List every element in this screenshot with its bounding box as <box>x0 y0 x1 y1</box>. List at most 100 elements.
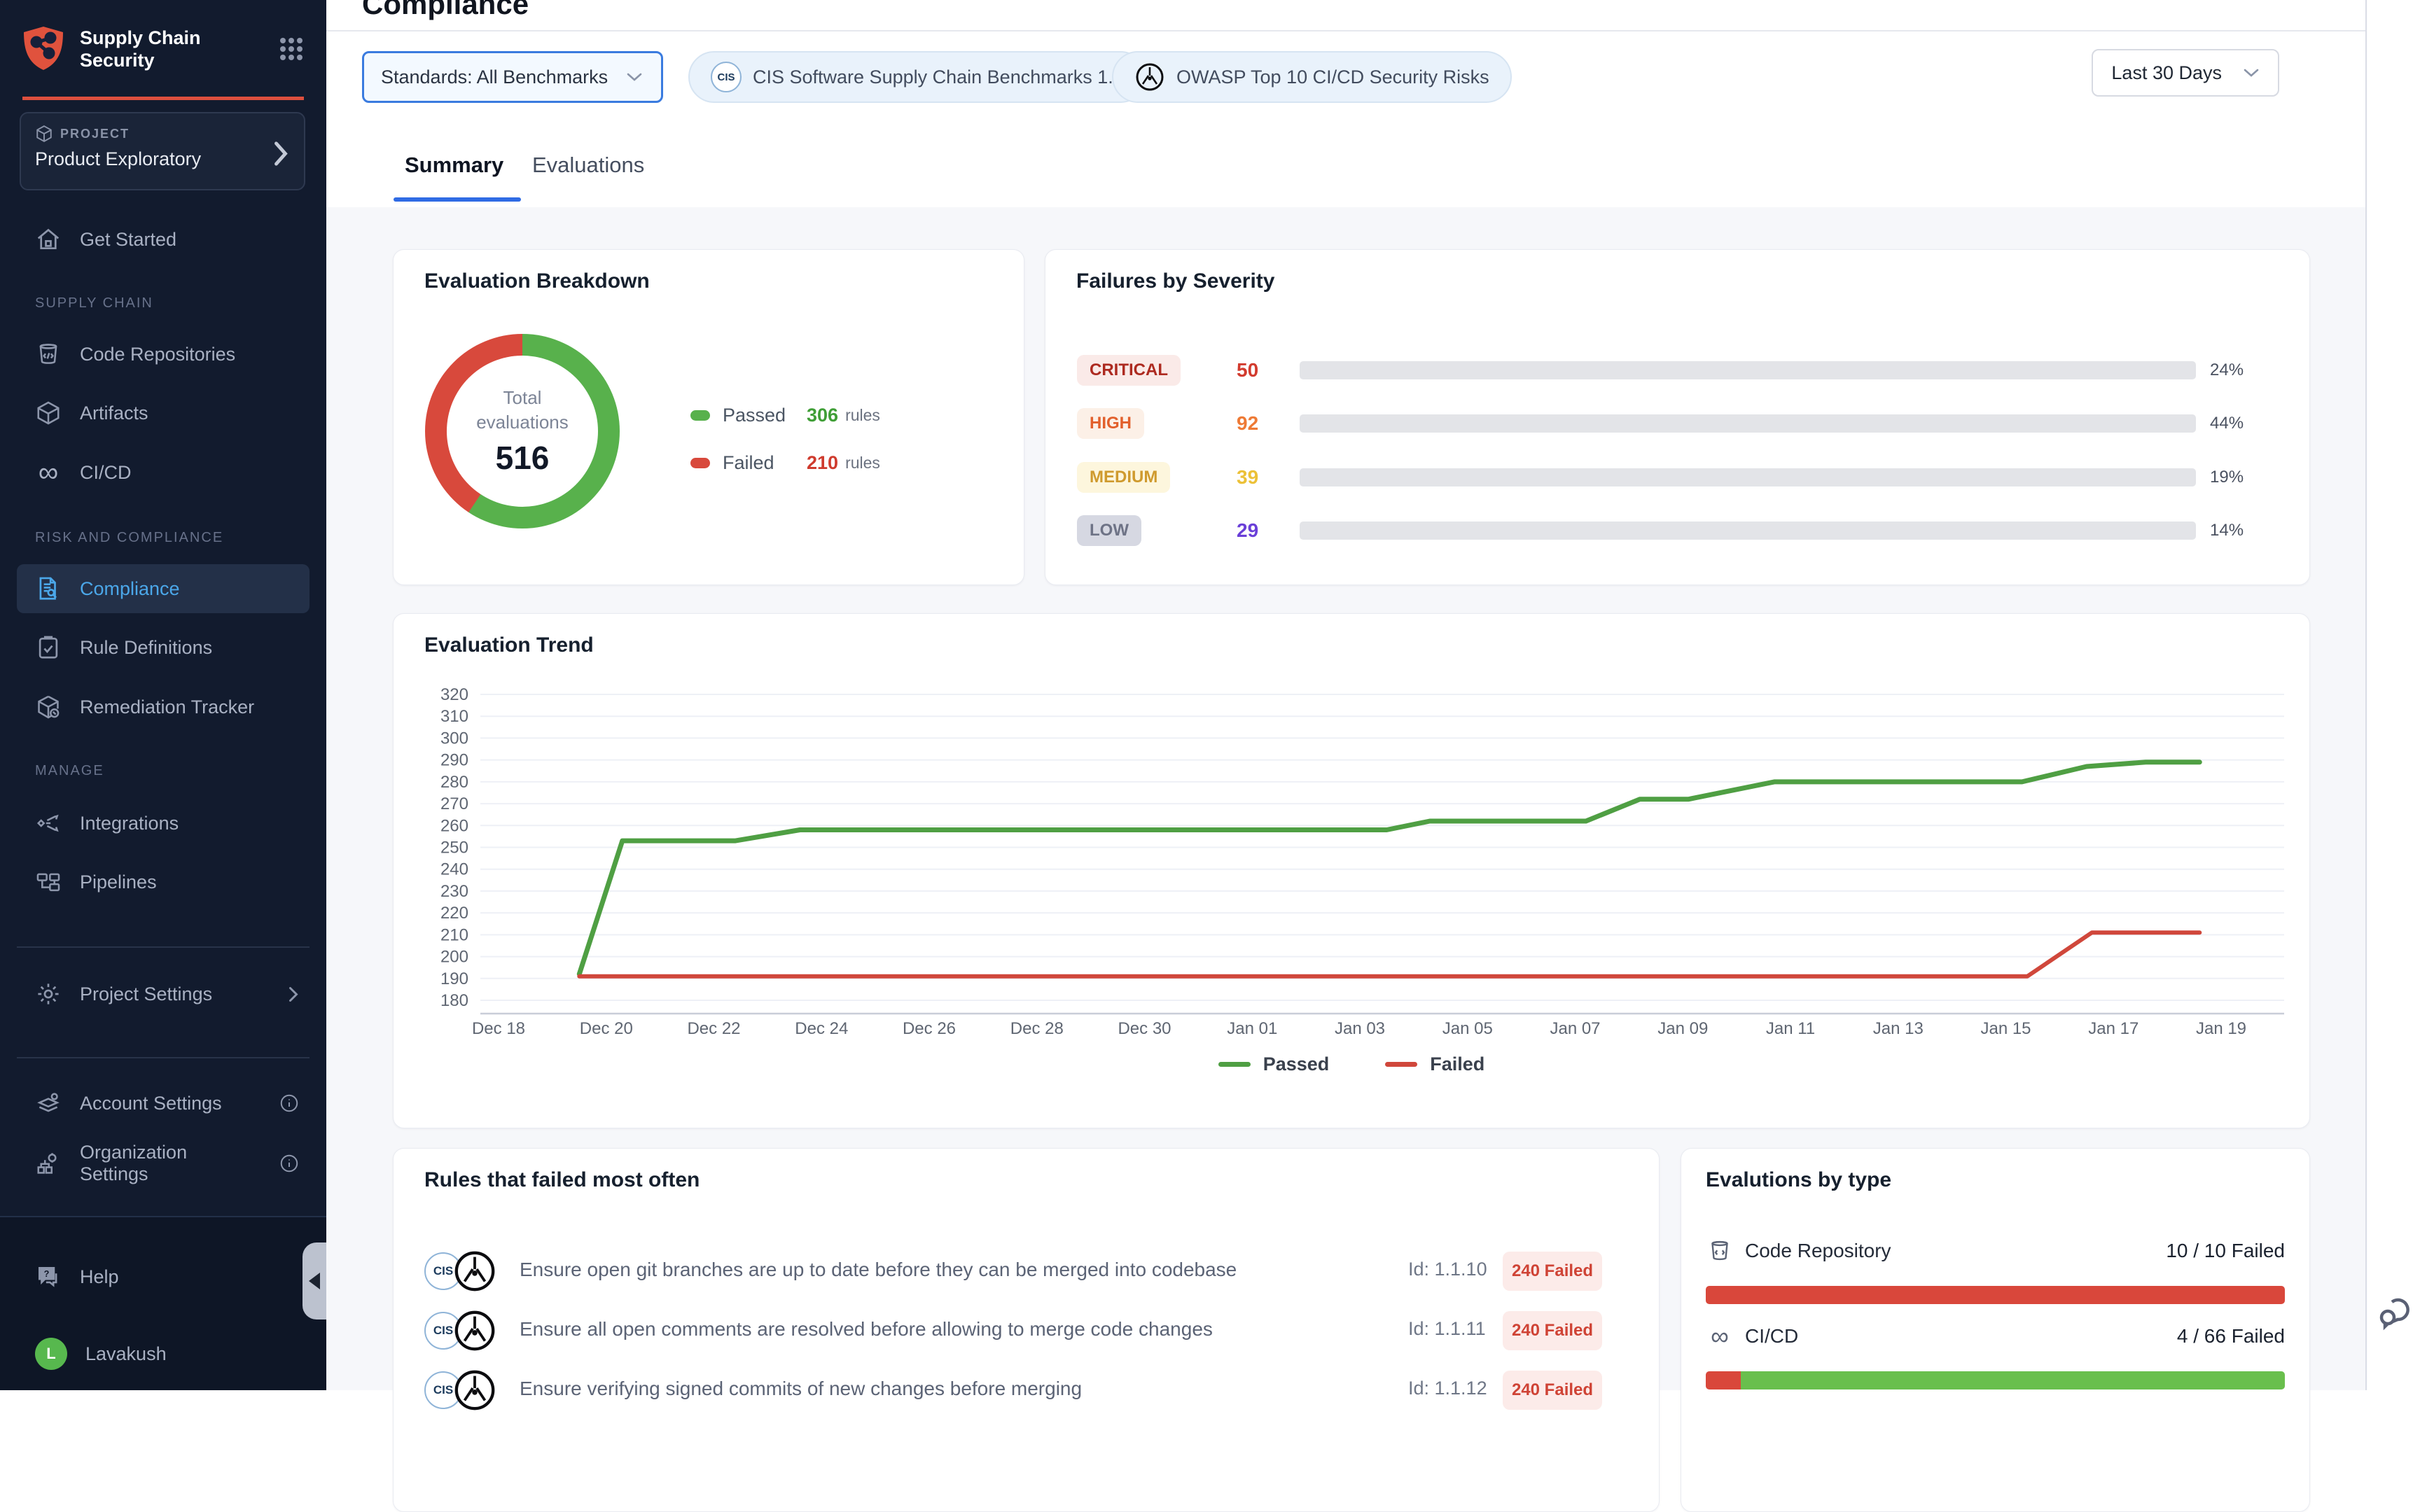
svg-text:Jan 17: Jan 17 <box>2088 1019 2139 1038</box>
sidebar-item-label: Compliance <box>80 578 180 600</box>
donut-total-value: 516 <box>496 439 550 477</box>
evaluation-breakdown-card: Evaluation Breakdown Total evaluations 5… <box>393 249 1024 585</box>
project-selector[interactable]: PROJECT Product Exploratory <box>20 112 305 190</box>
rule-row[interactable]: CIS Ensure verifying signed commits of n… <box>394 1366 1659 1415</box>
severity-badge: LOW <box>1077 515 1141 546</box>
rule-failed-badge: 240 Failed <box>1503 1252 1602 1291</box>
sidebar-item-project-settings[interactable]: Project Settings <box>17 969 310 1018</box>
app-title-line2: Security <box>80 49 277 71</box>
sidebar-item-code-repositories[interactable]: Code Repositories <box>17 330 310 379</box>
sidebar-section-manage: MANAGE <box>35 763 104 779</box>
sidebar-item-compliance[interactable]: Compliance <box>17 564 310 613</box>
svg-text:290: 290 <box>440 751 468 770</box>
page-title: Compliance <box>362 0 529 21</box>
card-title: Failures by Severity <box>1076 270 1274 293</box>
svg-text:Dec 22: Dec 22 <box>687 1019 740 1038</box>
svg-text:250: 250 <box>440 839 468 858</box>
sidebar-collapse-handle[interactable] <box>302 1242 326 1320</box>
svg-text:180: 180 <box>440 991 468 1010</box>
svg-text:Jan 01: Jan 01 <box>1227 1019 1277 1038</box>
tab-evaluations[interactable]: Evaluations <box>532 153 644 178</box>
card-title: Evalutions by type <box>1706 1168 1891 1192</box>
user-menu[interactable]: L Lavakush <box>17 1329 310 1378</box>
severity-bar-track <box>1300 361 2196 379</box>
rule-row[interactable]: CIS Ensure open git branches are up to d… <box>394 1247 1659 1296</box>
app-switcher-grid-icon[interactable] <box>277 35 305 63</box>
sidebar-section-risk-and-compliance: RISK AND COMPLIANCE <box>35 530 223 546</box>
evaluations-by-type-card: Evalutions by type Code Repository 10 / … <box>1681 1148 2310 1512</box>
evaluation-trend-chart: 1801902002102202302402502602702802903003… <box>394 614 2311 1129</box>
sidebar-item-artifacts[interactable]: Artifacts <box>17 388 310 438</box>
severity-badge: MEDIUM <box>1077 462 1170 493</box>
rule-text: Ensure all open comments are resolved be… <box>520 1318 1213 1340</box>
rule-row[interactable]: CIS Ensure all open comments are resolve… <box>394 1306 1659 1355</box>
donut-center-label: Total <box>503 386 542 410</box>
severity-count: 39 <box>1237 466 1258 489</box>
sidebar-item-cicd[interactable]: ∞ CI/CD <box>17 448 310 497</box>
svg-text:?: ? <box>44 1269 50 1279</box>
app-title-line1: Supply Chain <box>80 27 277 49</box>
remediation-box-icon <box>35 694 62 720</box>
brand-divider <box>22 97 304 100</box>
svg-text:Jan 13: Jan 13 <box>1873 1019 1924 1038</box>
project-box-icon <box>35 125 53 143</box>
svg-text:Dec 28: Dec 28 <box>1010 1019 1064 1038</box>
severity-bar-track <box>1300 414 2196 433</box>
sidebar-item-integrations[interactable]: Integrations <box>17 799 310 848</box>
tab-summary[interactable]: Summary <box>405 153 503 178</box>
severity-percent: 14% <box>2210 521 2244 540</box>
svg-text:Jan 11: Jan 11 <box>1766 1019 1815 1038</box>
svg-text:Dec 26: Dec 26 <box>903 1019 956 1038</box>
sidebar-item-remediation-tracker[interactable]: Remediation Tracker <box>17 682 310 732</box>
rule-id: Id: 1.1.12 <box>1408 1378 1487 1399</box>
sidebar-item-account-settings[interactable]: Account Settings <box>17 1079 310 1128</box>
sidebar-item-rule-definitions[interactable]: Rule Definitions <box>17 623 310 672</box>
rule-source-icons: CIS <box>424 1366 501 1415</box>
info-icon <box>279 1153 300 1174</box>
app-title: Supply Chain Security <box>80 27 277 72</box>
scroll-gutter[interactable] <box>2365 0 2420 1390</box>
date-range-value: Last 30 Days <box>2111 62 2222 84</box>
rule-failed-badge: 240 Failed <box>1503 1371 1602 1410</box>
evaluation-donut-chart: Total evaluations 516 <box>425 334 620 528</box>
sidebar-item-organization-settings[interactable]: Organization Settings <box>17 1139 310 1188</box>
integrations-icon <box>35 810 62 836</box>
benchmark-chip-owasp[interactable]: OWASP Top 10 CI/CD Security Risks <box>1112 51 1512 103</box>
help-button[interactable]: ? Help <box>17 1252 310 1301</box>
sidebar-item-get-started[interactable]: Get Started <box>17 215 310 264</box>
svg-text:Jan 05: Jan 05 <box>1442 1019 1493 1038</box>
type-value: 10 / 10 Failed <box>2166 1240 2285 1262</box>
standards-filter-dropdown[interactable]: Standards: All Benchmarks <box>362 51 663 103</box>
help-label: Help <box>80 1266 119 1288</box>
chevron-down-icon <box>2243 67 2260 78</box>
severity-bar-track <box>1300 468 2196 486</box>
evaluation-trend-card: Evaluation Trend 18019020021022023024025… <box>393 613 2310 1128</box>
sidebar-item-pipelines[interactable]: Pipelines <box>17 858 310 906</box>
legend-item-failed: Failed 210 rules <box>690 447 880 478</box>
passed-count: 306 <box>807 405 838 426</box>
rule-text: Ensure verifying signed commits of new c… <box>520 1378 1082 1400</box>
chat-widget-icon[interactable] <box>2375 1292 2416 1333</box>
chevron-right-icon <box>272 140 290 165</box>
date-range-dropdown[interactable]: Last 30 Days <box>2092 49 2279 97</box>
svg-text:Dec 18: Dec 18 <box>472 1019 525 1038</box>
type-row-cicd: ∞ CI/CD 4 / 66 Failed <box>1706 1317 2285 1356</box>
severity-row-low: LOW 29 14% <box>1045 511 2309 550</box>
svg-text:Jan 09: Jan 09 <box>1657 1019 1708 1038</box>
svg-text:240: 240 <box>440 860 468 879</box>
user-avatar: L <box>35 1338 67 1370</box>
sidebar-item-label: Remediation Tracker <box>80 696 254 718</box>
passed-swatch <box>690 410 710 421</box>
benchmark-chip-cis[interactable]: CIS CIS Software Supply Chain Benchmarks… <box>688 51 1146 103</box>
type-label: CI/CD <box>1745 1325 1798 1348</box>
rule-source-icons: CIS <box>424 1306 501 1355</box>
layers-gear-icon <box>35 1090 62 1116</box>
sidebar-divider <box>17 1057 310 1058</box>
main-content: Compliance Standards: All Benchmarks CIS… <box>326 0 2365 1390</box>
severity-bar-track <box>1300 522 2196 540</box>
chevron-right-icon <box>287 985 300 1003</box>
type-label: Code Repository <box>1745 1240 1891 1262</box>
failed-line-swatch <box>1385 1062 1417 1067</box>
rule-failed-badge: 240 Failed <box>1503 1311 1602 1350</box>
sidebar-item-label: Get Started <box>80 229 176 251</box>
